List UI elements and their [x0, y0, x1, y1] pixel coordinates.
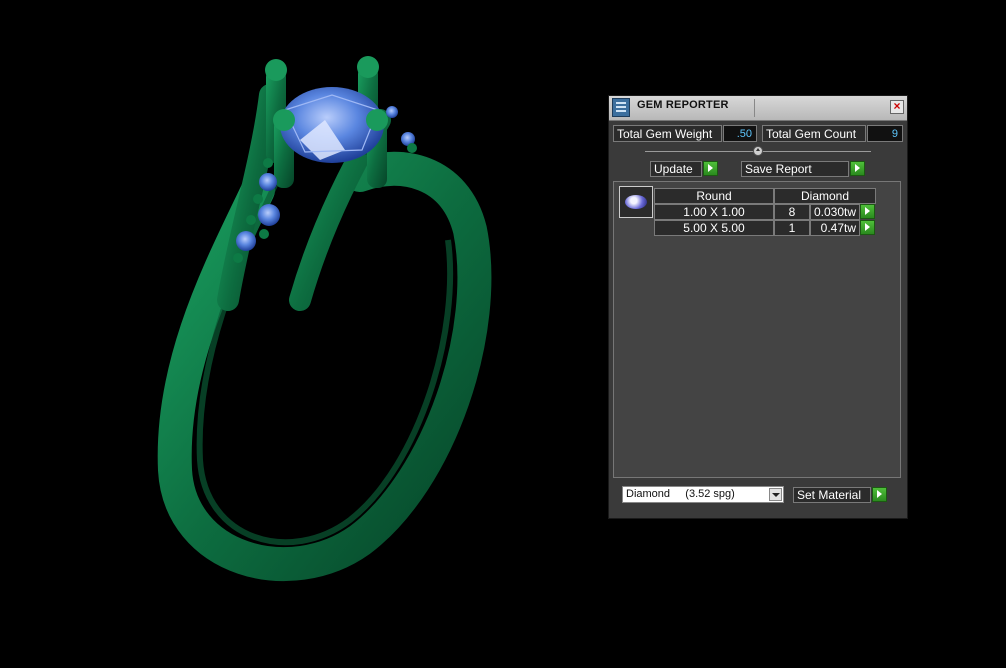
- set-material-button[interactable]: Set Material: [793, 487, 871, 503]
- material-header: Diamond: [774, 188, 876, 204]
- total-gem-count-label: Total Gem Count: [762, 125, 866, 142]
- chevron-down-icon[interactable]: [769, 488, 782, 501]
- accent-stone-1: [259, 173, 277, 191]
- ring-render: [157, 56, 492, 582]
- row-2-count: 1: [774, 220, 810, 236]
- accent-stone-5: [386, 106, 398, 118]
- gem-reporter-panel: GEM REPORTER × Total Gem Weight .50 Tota…: [608, 95, 908, 519]
- update-go-icon[interactable]: [703, 161, 718, 176]
- 3d-viewport[interactable]: [0, 0, 600, 663]
- title-bar[interactable]: GEM REPORTER ×: [609, 96, 907, 121]
- close-button[interactable]: ×: [890, 100, 904, 114]
- total-gem-weight-label: Total Gem Weight: [613, 125, 722, 142]
- row-1-count: 8: [774, 204, 810, 220]
- save-report-go-icon[interactable]: [850, 161, 865, 176]
- gem-list: Round Diamond 1.00 X 1.00 8 0.030tw 5.00…: [613, 181, 901, 478]
- material-select-value: Diamond (3.52 spg): [626, 488, 735, 500]
- save-report-button[interactable]: Save Report: [741, 161, 849, 177]
- row-2-go-icon[interactable]: [860, 220, 875, 235]
- row-2-weight: 0.47tw: [810, 220, 860, 236]
- window-title: GEM REPORTER: [637, 99, 729, 111]
- row-1-size: 1.00 X 1.00: [654, 204, 774, 220]
- shape-header: Round: [654, 188, 774, 204]
- row-1-weight: 0.030tw: [810, 204, 860, 220]
- round-gem-thumbnail-icon[interactable]: [619, 186, 653, 218]
- accent-stone-3: [236, 231, 256, 251]
- row-1-go-icon[interactable]: [860, 204, 875, 219]
- total-gem-count-value: 9: [867, 125, 903, 142]
- slider-thumb[interactable]: [753, 146, 763, 156]
- accent-stone-2: [258, 204, 280, 226]
- total-gem-weight-value: .50: [723, 125, 757, 142]
- title-divider: [754, 99, 755, 117]
- row-2-size: 5.00 X 5.00: [654, 220, 774, 236]
- set-material-go-icon[interactable]: [872, 487, 887, 502]
- update-button[interactable]: Update: [650, 161, 702, 177]
- material-select[interactable]: Diamond (3.52 spg): [622, 486, 784, 503]
- gem-reporter-icon: [612, 98, 630, 117]
